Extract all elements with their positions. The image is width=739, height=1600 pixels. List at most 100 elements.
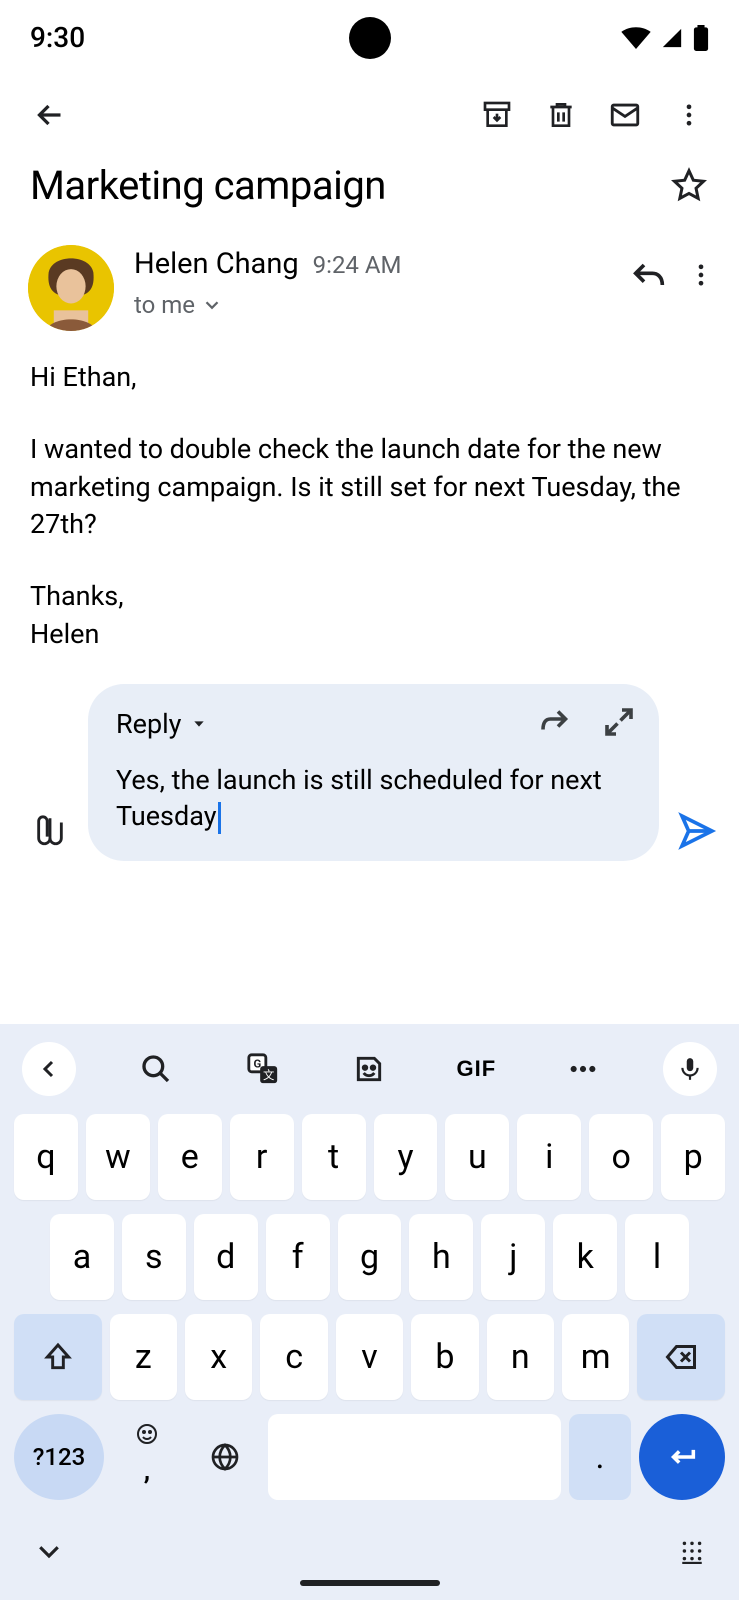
kb-key-r[interactable]: r bbox=[230, 1114, 294, 1200]
message-more-button[interactable] bbox=[687, 261, 715, 293]
enter-icon bbox=[665, 1440, 699, 1474]
sticker-icon bbox=[353, 1053, 385, 1085]
kb-emoji-key[interactable]: , bbox=[112, 1414, 182, 1500]
soft-keyboard: G文 GIF qwertyuiop asdfghjkl zxcvbnm ?123… bbox=[0, 1024, 739, 1600]
kb-key-d[interactable]: d bbox=[194, 1214, 258, 1300]
kb-search-button[interactable] bbox=[129, 1042, 183, 1096]
kb-key-i[interactable]: i bbox=[517, 1114, 581, 1200]
status-bar: 9:30 bbox=[0, 0, 739, 75]
kb-key-e[interactable]: e bbox=[158, 1114, 222, 1200]
svg-text:文: 文 bbox=[263, 1068, 274, 1082]
kb-key-w[interactable]: w bbox=[86, 1114, 150, 1200]
sender-time: 9:24 AM bbox=[313, 251, 402, 279]
kb-language-key[interactable] bbox=[190, 1414, 260, 1500]
kb-translate-button[interactable]: G文 bbox=[236, 1042, 290, 1096]
more-vertical-icon bbox=[687, 261, 715, 289]
search-icon bbox=[140, 1053, 172, 1085]
envelope-icon bbox=[608, 98, 642, 132]
reply-text-input[interactable]: Yes, the launch is still scheduled for n… bbox=[116, 762, 637, 835]
reply-compose-box[interactable]: Reply Yes, the launch is still scheduled… bbox=[88, 684, 659, 861]
body-greeting: Hi Ethan, bbox=[30, 359, 709, 397]
archive-button[interactable] bbox=[471, 89, 523, 141]
reply-icon bbox=[629, 255, 669, 295]
delete-button[interactable] bbox=[535, 89, 587, 141]
kb-backspace-key[interactable] bbox=[637, 1314, 725, 1400]
reply-text-content: Yes, the launch is still scheduled for n… bbox=[116, 764, 602, 832]
shift-icon bbox=[42, 1341, 74, 1373]
kb-key-g[interactable]: g bbox=[338, 1214, 402, 1300]
kb-key-l[interactable]: l bbox=[625, 1214, 689, 1300]
chevron-left-icon bbox=[37, 1057, 61, 1081]
send-button[interactable] bbox=[667, 801, 727, 861]
kb-key-p[interactable]: p bbox=[661, 1114, 725, 1200]
camera-indicator-icon bbox=[349, 17, 391, 59]
kb-space-key[interactable] bbox=[268, 1414, 561, 1500]
kb-shift-key[interactable] bbox=[14, 1314, 102, 1400]
kb-enter-key[interactable] bbox=[639, 1414, 725, 1500]
forward-button[interactable] bbox=[537, 704, 573, 744]
app-bar bbox=[0, 75, 739, 155]
kb-key-m[interactable]: m bbox=[562, 1314, 629, 1400]
back-button[interactable] bbox=[24, 89, 76, 141]
backspace-icon bbox=[663, 1339, 699, 1375]
recipient-label: to me bbox=[134, 291, 195, 319]
grid-icon bbox=[679, 1538, 705, 1564]
paperclip-icon bbox=[33, 814, 67, 848]
star-button[interactable] bbox=[663, 159, 715, 211]
kb-key-t[interactable]: t bbox=[302, 1114, 366, 1200]
recipient-dropdown[interactable]: to me bbox=[134, 291, 609, 319]
sender-avatar[interactable] bbox=[28, 245, 114, 331]
mark-unread-button[interactable] bbox=[599, 89, 651, 141]
expand-icon bbox=[601, 704, 637, 740]
kb-key-h[interactable]: h bbox=[409, 1214, 473, 1300]
nav-handle[interactable] bbox=[300, 1580, 440, 1586]
body-close1: Thanks, bbox=[30, 580, 124, 612]
kb-key-q[interactable]: q bbox=[14, 1114, 78, 1200]
archive-icon bbox=[481, 99, 513, 131]
reply-mode-dropdown[interactable]: Reply bbox=[116, 708, 207, 740]
kb-key-y[interactable]: y bbox=[374, 1114, 438, 1200]
chevron-down-icon bbox=[201, 294, 223, 316]
kb-key-c[interactable]: c bbox=[260, 1314, 327, 1400]
kb-sticker-button[interactable] bbox=[342, 1042, 396, 1096]
kb-mic-button[interactable] bbox=[663, 1042, 717, 1096]
kb-key-s[interactable]: s bbox=[122, 1214, 186, 1300]
email-body: Hi Ethan, I wanted to double check the l… bbox=[0, 339, 739, 674]
attach-button[interactable] bbox=[20, 801, 80, 861]
kb-hide-button[interactable] bbox=[34, 1536, 64, 1570]
body-main: I wanted to double check the launch date… bbox=[30, 431, 709, 544]
status-time: 9:30 bbox=[30, 21, 85, 54]
kb-key-k[interactable]: k bbox=[553, 1214, 617, 1300]
kb-key-z[interactable]: z bbox=[110, 1314, 177, 1400]
kb-key-u[interactable]: u bbox=[445, 1114, 509, 1200]
translate-icon: G文 bbox=[246, 1052, 280, 1086]
microphone-icon bbox=[677, 1056, 703, 1082]
kb-key-j[interactable]: j bbox=[481, 1214, 545, 1300]
reply-label: Reply bbox=[116, 708, 181, 740]
battery-icon bbox=[693, 25, 709, 51]
more-menu-button[interactable] bbox=[663, 89, 715, 141]
kb-grid-button[interactable] bbox=[679, 1538, 705, 1568]
email-subject: Marketing campaign bbox=[30, 162, 663, 209]
chevron-down-icon bbox=[34, 1536, 64, 1566]
kb-key-a[interactable]: a bbox=[50, 1214, 114, 1300]
forward-icon bbox=[537, 704, 573, 740]
cellular-icon bbox=[659, 27, 685, 49]
kb-key-x[interactable]: x bbox=[185, 1314, 252, 1400]
globe-icon bbox=[209, 1441, 241, 1473]
reply-icon-button[interactable] bbox=[629, 255, 669, 299]
kb-collapse-button[interactable] bbox=[22, 1042, 76, 1096]
kb-key-v[interactable]: v bbox=[336, 1314, 403, 1400]
kb-symbols-key[interactable]: ?123 bbox=[14, 1414, 104, 1500]
kb-period-key[interactable]: . bbox=[569, 1414, 631, 1500]
kb-key-f[interactable]: f bbox=[266, 1214, 330, 1300]
kb-more-button[interactable] bbox=[556, 1042, 610, 1096]
kb-key-o[interactable]: o bbox=[589, 1114, 653, 1200]
expand-button[interactable] bbox=[601, 704, 637, 744]
triangle-down-icon bbox=[191, 716, 207, 732]
kb-gif-button[interactable]: GIF bbox=[449, 1042, 503, 1096]
star-outline-icon bbox=[671, 167, 707, 203]
kb-key-n[interactable]: n bbox=[487, 1314, 554, 1400]
kb-key-b[interactable]: b bbox=[411, 1314, 478, 1400]
body-close2: Helen bbox=[30, 618, 99, 650]
